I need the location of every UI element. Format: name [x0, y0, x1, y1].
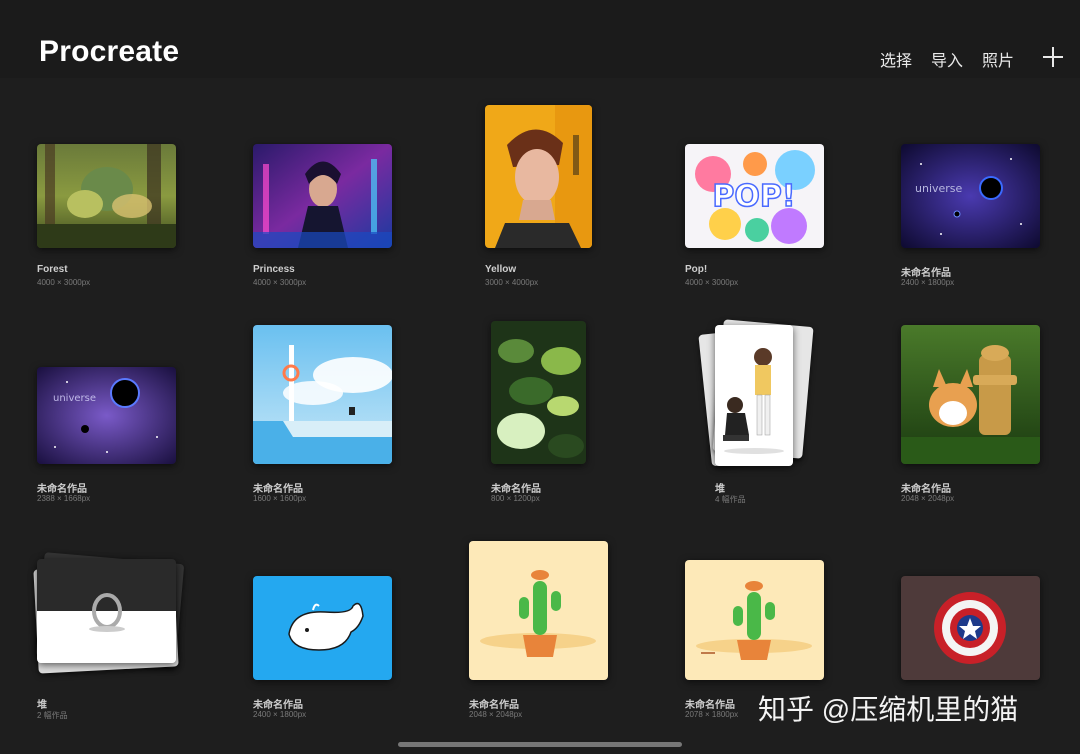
artwork-thumbnail-yellow[interactable] — [485, 105, 592, 248]
stack-count: 4 幅作品 — [715, 495, 746, 504]
artwork-size: 2048 × 2048px — [901, 494, 955, 503]
artwork-size: 4000 × 3000px — [253, 278, 307, 287]
watermark: 知乎 @压缩机里的猫 — [758, 694, 1019, 725]
artwork-thumbnail-pop[interactable]: POP! — [685, 144, 824, 248]
pop-art-text: POP! — [712, 179, 795, 214]
artwork-name: 未命名作品 — [685, 700, 735, 711]
plus-icon[interactable] — [1040, 44, 1066, 70]
universe-art-text: universe — [915, 182, 963, 195]
artwork-thumbnail-cactus-2[interactable] — [685, 560, 824, 680]
stack-thumbnail-4[interactable] — [715, 325, 793, 466]
stack-thumbnail-2[interactable] — [37, 559, 176, 663]
artwork-thumbnail-universe[interactable]: universe — [901, 144, 1040, 248]
stack-name: 堆 — [715, 484, 725, 495]
artwork-thumbnail-whale[interactable] — [253, 576, 392, 680]
photos-button[interactable]: 照片 — [982, 47, 1014, 71]
artwork-name: Pop! — [685, 264, 708, 275]
app-title: Procreate — [39, 35, 180, 68]
artwork-name: 未命名作品 — [253, 484, 303, 495]
artwork-name: 未命名作品 — [901, 268, 951, 279]
artwork-name: Princess — [253, 264, 295, 275]
select-button[interactable]: 选择 — [880, 47, 912, 71]
artwork-thumbnail-cactus[interactable] — [469, 541, 608, 680]
artwork-thumbnail-leaves[interactable] — [491, 321, 586, 464]
artwork-name: Yellow — [485, 264, 517, 275]
gallery: Forest 4000 × 3000px Princess 4000 × 300… — [0, 78, 1080, 754]
artwork-size: 2400 × 1800px — [253, 710, 307, 719]
artwork-thumbnail-shield[interactable] — [901, 576, 1040, 680]
artwork-thumbnail-forest[interactable] — [37, 144, 176, 248]
import-button[interactable]: 导入 — [931, 47, 963, 71]
artwork-size: 1600 × 1600px — [253, 494, 307, 503]
stack-count: 2 幅作品 — [37, 711, 68, 720]
artwork-thumbnail-sky-stairs[interactable] — [253, 325, 392, 464]
artwork-thumbnail-corgi[interactable] — [901, 325, 1040, 464]
artwork-thumbnail-princess[interactable] — [253, 144, 392, 248]
scrollbar[interactable] — [398, 742, 682, 747]
artwork-size: 3000 × 4000px — [485, 278, 539, 287]
artwork-size: 2078 × 1800px — [685, 710, 739, 719]
stack-name: 堆 — [37, 700, 47, 711]
artwork-size: 2388 × 1668px — [37, 494, 91, 503]
artwork-size: 4000 × 3000px — [37, 278, 91, 287]
universe-art-text: universe — [53, 393, 96, 404]
artwork-size: 2400 × 1800px — [901, 278, 955, 287]
top-bar: Procreate 选择 导入 照片 — [0, 0, 1080, 78]
artwork-name: 未命名作品 — [253, 700, 303, 711]
artwork-name: 未命名作品 — [491, 484, 541, 495]
artwork-name: 未命名作品 — [469, 700, 519, 711]
artwork-size: 2048 × 2048px — [469, 710, 523, 719]
artwork-thumbnail-universe-2[interactable]: universe — [37, 367, 176, 464]
artwork-name: 未命名作品 — [901, 484, 951, 495]
artwork-name: Forest — [37, 264, 68, 275]
artwork-size: 4000 × 3000px — [685, 278, 739, 287]
artwork-name: 未命名作品 — [37, 484, 87, 495]
artwork-size: 800 × 1200px — [491, 494, 540, 503]
